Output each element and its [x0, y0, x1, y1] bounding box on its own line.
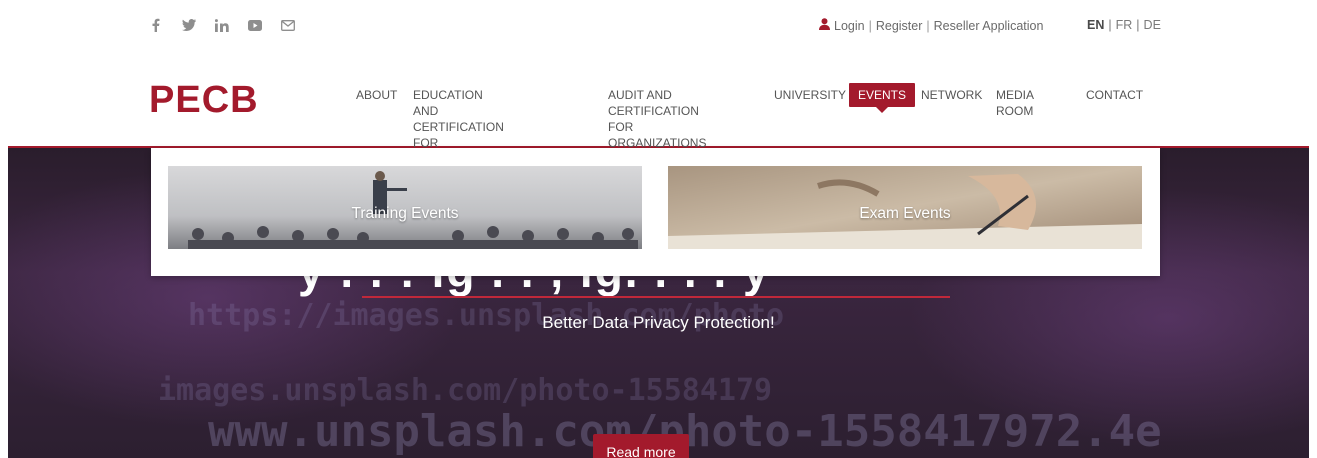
language-fr[interactable]: FR: [1116, 18, 1133, 32]
reseller-application-link[interactable]: Reseller Application: [934, 19, 1044, 33]
pecb-logo[interactable]: PECB: [149, 81, 259, 119]
nav-network[interactable]: NETWORK: [921, 87, 982, 103]
exam-events-card[interactable]: Exam Events: [668, 166, 1142, 249]
social-links: [146, 15, 298, 35]
language-de[interactable]: DE: [1144, 18, 1161, 32]
nav-media-room[interactable]: MEDIA ROOM: [996, 87, 1033, 119]
youtube-icon[interactable]: [245, 15, 265, 35]
nav-contact[interactable]: CONTACT: [1086, 87, 1143, 103]
hero-background-code: images.unsplash.com/photo-15584179: [158, 373, 773, 408]
login-link[interactable]: Login: [834, 19, 865, 33]
separator: |: [1136, 18, 1140, 32]
nav-contact-label: CONTACT: [1086, 88, 1144, 102]
hero-subtitle: Better Data Privacy Protection!: [542, 313, 775, 332]
exam-events-label: Exam Events: [859, 205, 951, 222]
read-more-button[interactable]: Read more: [593, 434, 689, 458]
separator: |: [1108, 18, 1112, 32]
events-dropdown-menu: Training Events Exam Events: [151, 148, 1160, 276]
browser-viewport: Login | Register | Reseller Application …: [8, 8, 1309, 458]
mail-icon[interactable]: [278, 15, 298, 35]
nav-university-label: UNIVERSITY: [774, 88, 847, 102]
training-events-label: Training Events: [351, 205, 459, 222]
training-events-card[interactable]: Training Events: [168, 166, 642, 249]
language-switcher: EN | FR | DE: [1087, 18, 1161, 32]
separator: |: [868, 18, 872, 33]
nav-network-label: NETWORK: [921, 88, 983, 102]
twitter-icon[interactable]: [179, 15, 199, 35]
nav-label-line: EDUCATION AND CERTIFICATION: [413, 88, 504, 134]
nav-events-label: EVENTS: [858, 88, 907, 102]
account-links: Login | Register | Reseller Application: [819, 18, 1043, 33]
facebook-icon[interactable]: [146, 15, 166, 35]
separator: |: [926, 18, 930, 33]
language-en[interactable]: EN: [1087, 18, 1104, 32]
nav-about[interactable]: ABOUT: [356, 87, 397, 103]
nav-media-room-label: MEDIA ROOM: [996, 88, 1034, 118]
user-icon: [819, 18, 830, 33]
nav-events[interactable]: EVENTS: [849, 83, 916, 113]
nav-label-line: FOR ORGANIZATIONS: [608, 120, 707, 150]
linkedin-icon[interactable]: [212, 15, 232, 35]
nav-university[interactable]: UNIVERSITY: [774, 87, 846, 103]
top-utility-bar: Login | Register | Reseller Application …: [8, 8, 1309, 45]
nav-audit-certification-organizations[interactable]: AUDIT AND CERTIFICATION FOR ORGANIZATION…: [608, 87, 706, 151]
hero-title-underline: [362, 296, 950, 298]
nav-about-label: ABOUT: [356, 88, 398, 102]
main-header: PECB ABOUT EDUCATION AND CERTIFICATION F…: [8, 44, 1309, 166]
nav-label-line: AUDIT AND CERTIFICATION: [608, 88, 699, 118]
register-link[interactable]: Register: [876, 19, 923, 33]
